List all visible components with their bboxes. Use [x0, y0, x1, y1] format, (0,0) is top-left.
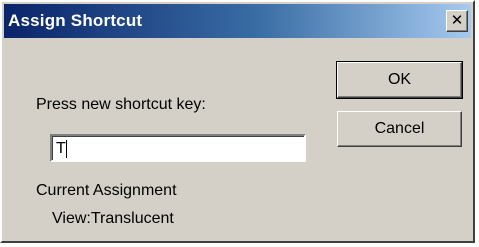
current-assignment-label: Current Assignment [36, 182, 177, 199]
dialog-title: Assign Shortcut [8, 11, 143, 30]
prompt-label: Press new shortcut key: [36, 96, 206, 113]
cancel-button[interactable]: Cancel [337, 111, 462, 147]
text-caret [66, 140, 67, 158]
current-assignment-value: View:Translucent [52, 210, 174, 227]
assign-shortcut-dialog: Assign Shortcut ✕ Press new shortcut key… [0, 0, 475, 243]
close-icon: ✕ [450, 11, 464, 29]
shortcut-input-value: T [56, 140, 66, 157]
close-button[interactable]: ✕ [446, 10, 468, 32]
ok-button-label: OK [387, 71, 412, 88]
shortcut-input[interactable]: T [50, 134, 306, 162]
cancel-button-label: Cancel [374, 120, 425, 137]
ok-button[interactable]: OK [336, 61, 463, 99]
title-bar[interactable]: Assign Shortcut ✕ [4, 4, 471, 38]
